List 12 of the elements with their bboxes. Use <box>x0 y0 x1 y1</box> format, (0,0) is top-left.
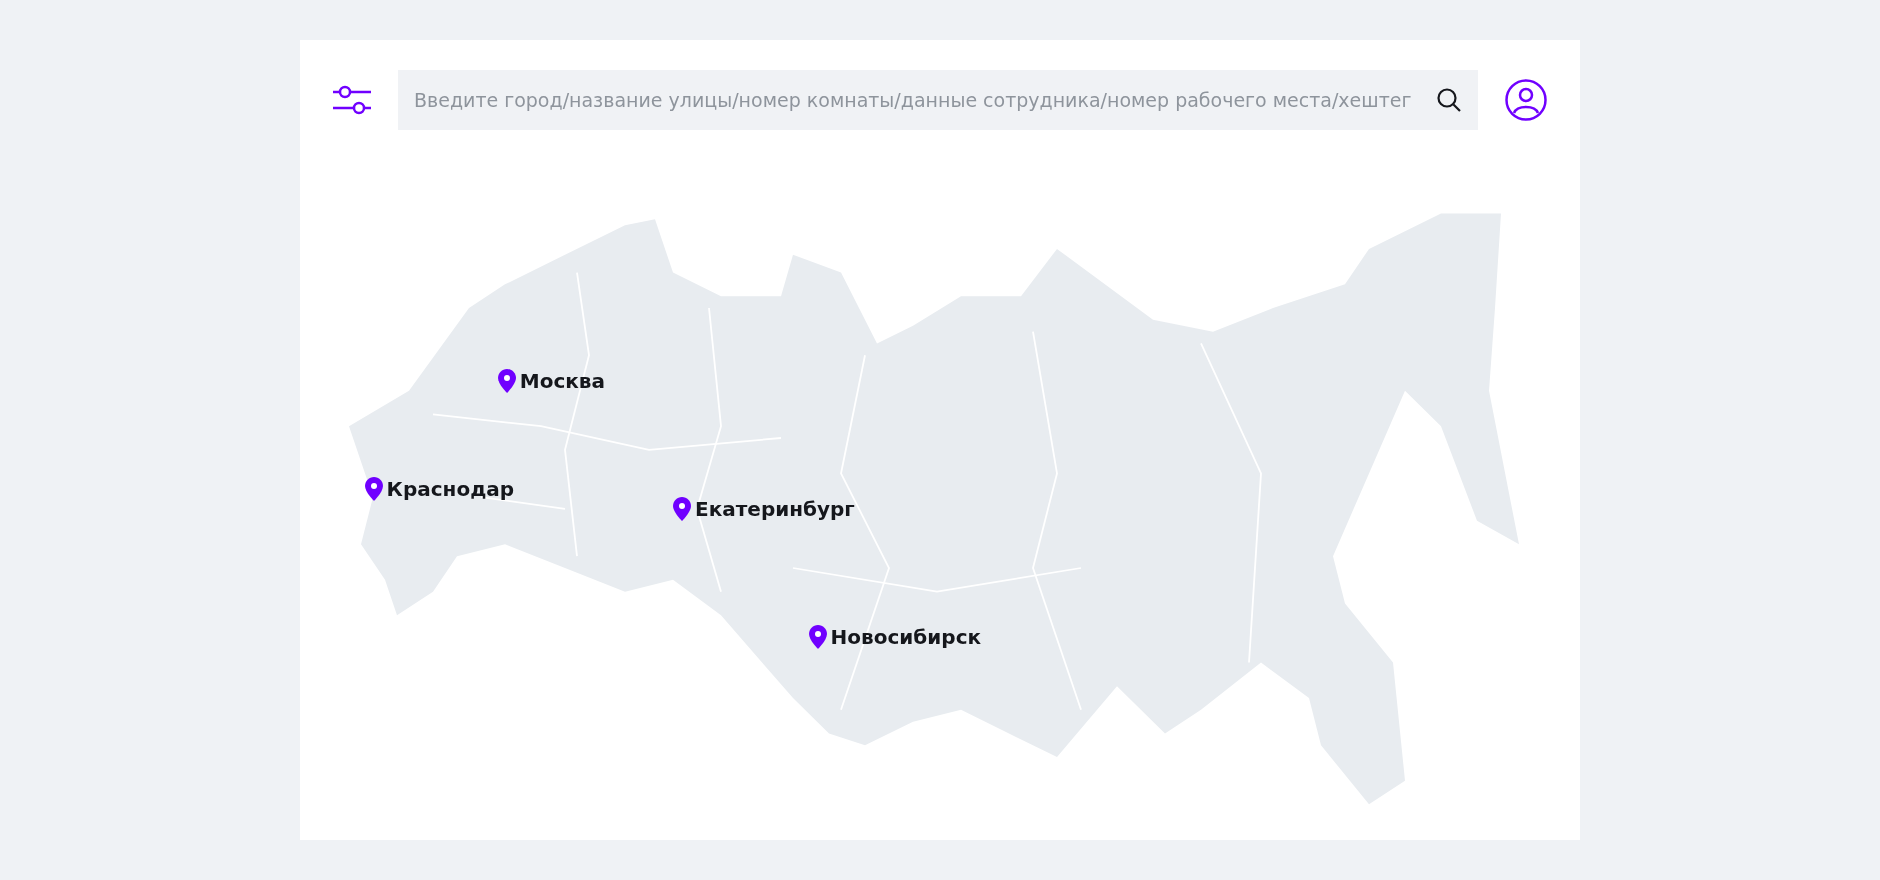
map-pin-icon[interactable] <box>808 624 827 649</box>
map-pin-icon[interactable] <box>673 496 691 521</box>
city-label[interactable]: Новосибирск <box>830 621 982 652</box>
city-label[interactable]: Екатеринбург <box>695 493 855 524</box>
city-label[interactable]: Москва <box>519 366 606 397</box>
city-label[interactable]: Краснодар <box>386 473 515 504</box>
filter-icon[interactable] <box>333 85 371 115</box>
map-pin-icon[interactable] <box>364 476 383 501</box>
search-field[interactable]: Введите город/название улицы/номер комнаты/данные сотрудника/номер рабочего места/хештег <box>398 70 1478 130</box>
map-pin-icon[interactable] <box>497 369 516 394</box>
search-icon[interactable] <box>1436 87 1462 113</box>
user-icon[interactable] <box>1505 79 1547 121</box>
